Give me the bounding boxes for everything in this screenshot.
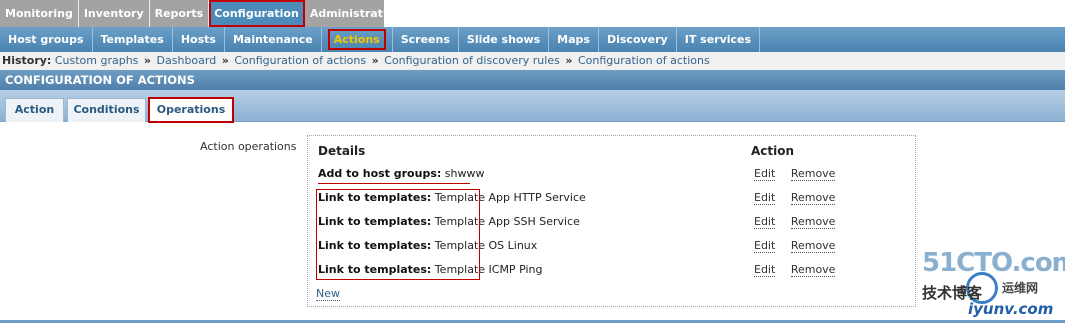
remove-link[interactable]: Remove xyxy=(790,263,836,277)
history-item[interactable]: Configuration of discovery rules xyxy=(384,54,560,67)
history-item[interactable]: Configuration of actions xyxy=(578,54,710,67)
history-item[interactable]: Configuration of actions xyxy=(234,54,366,67)
remove-link[interactable]: Remove xyxy=(790,167,836,181)
sub-menu-templates[interactable]: Templates xyxy=(93,27,173,52)
highlight-underline xyxy=(318,183,470,184)
watermark-logo: 51CTO.com 技术博客 运维网 iyunv.com xyxy=(918,248,1065,320)
watermark-cn-small: 运维网 xyxy=(1002,281,1039,295)
history-item[interactable]: Custom graphs xyxy=(55,54,139,67)
operations-table: Details Action Add to host groups: shwww… xyxy=(307,135,916,307)
operation-actions: Edit Remove xyxy=(754,260,836,280)
top-bar-blank xyxy=(384,0,1065,27)
details-header: Details xyxy=(318,144,366,158)
history-separator: » xyxy=(371,54,379,67)
sub-menu: Host groups Templates Hosts Maintenance … xyxy=(0,27,1065,52)
history-separator: » xyxy=(565,54,573,67)
remove-link[interactable]: Remove xyxy=(790,191,836,205)
operation-type: Add to host groups: xyxy=(318,167,442,180)
action-operations-label: Action operations xyxy=(200,140,297,153)
tab-action[interactable]: Action xyxy=(5,98,64,122)
history-item[interactable]: Dashboard xyxy=(157,54,217,67)
main-menu-monitoring[interactable]: Monitoring xyxy=(0,0,79,27)
remove-link[interactable]: Remove xyxy=(790,215,836,229)
operation-row: Add to host groups: shwww xyxy=(318,164,484,184)
history-label: History: xyxy=(2,54,52,67)
main-menu-inventory[interactable]: Inventory xyxy=(78,0,150,27)
sub-menu-slide-shows[interactable]: Slide shows xyxy=(459,27,550,52)
history-separator: » xyxy=(143,54,152,67)
edit-link[interactable]: Edit xyxy=(754,167,776,181)
operation-actions: Edit Remove xyxy=(754,164,836,184)
edit-link[interactable]: Edit xyxy=(754,191,776,205)
page-title: CONFIGURATION OF ACTIONS xyxy=(0,70,1065,90)
tab-conditions[interactable]: Conditions xyxy=(67,98,146,122)
new-operation-link[interactable]: New xyxy=(316,287,340,301)
main-menu-configuration[interactable]: Configuration xyxy=(209,0,305,27)
tab-operations[interactable]: Operations xyxy=(148,97,234,123)
watermark-url: iyunv.com xyxy=(968,300,1054,318)
operation-value: shwww xyxy=(444,167,485,180)
tabs-bar: Action Conditions Operations xyxy=(0,90,1065,123)
sub-menu-screens[interactable]: Screens xyxy=(393,27,459,52)
history-separator: » xyxy=(221,54,229,67)
action-header: Action xyxy=(751,144,795,158)
operation-actions: Edit Remove xyxy=(754,236,836,256)
main-menu-reports[interactable]: Reports xyxy=(149,0,210,27)
sub-menu-discovery[interactable]: Discovery xyxy=(599,27,677,52)
main-menu: Monitoring Inventory Reports Configurati… xyxy=(0,0,409,27)
operation-actions: Edit Remove xyxy=(754,212,836,232)
edit-link[interactable]: Edit xyxy=(754,215,776,229)
sub-menu-maps[interactable]: Maps xyxy=(549,27,599,52)
sub-menu-actions[interactable]: Actions xyxy=(322,27,393,52)
operation-actions: Edit Remove xyxy=(754,188,836,208)
history-breadcrumb: History: Custom graphs » Dashboard » Con… xyxy=(0,52,1065,70)
sub-menu-host-groups[interactable]: Host groups xyxy=(0,27,93,52)
highlight-box xyxy=(316,189,480,280)
edit-link[interactable]: Edit xyxy=(754,263,776,277)
edit-link[interactable]: Edit xyxy=(754,239,776,253)
sub-menu-maintenance[interactable]: Maintenance xyxy=(225,27,322,52)
sub-menu-it-services[interactable]: IT services xyxy=(677,27,761,52)
sub-menu-hosts[interactable]: Hosts xyxy=(173,27,225,52)
sub-menu-actions-label: Actions xyxy=(327,29,386,50)
remove-link[interactable]: Remove xyxy=(790,239,836,253)
watermark-brand: 51CTO.com xyxy=(922,248,1065,278)
